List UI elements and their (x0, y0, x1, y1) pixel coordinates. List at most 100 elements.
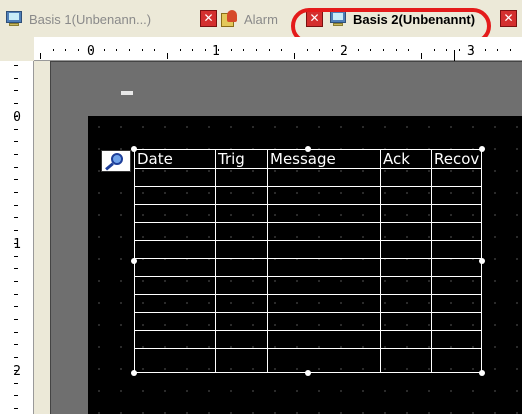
ruler-v-label-0: 0 (13, 110, 21, 125)
ruler-tick (14, 217, 18, 219)
ruler-tick (459, 49, 461, 51)
ruler-tick (179, 49, 181, 51)
table-column-divider (431, 150, 432, 372)
ruler-tick (192, 49, 194, 51)
tab-basis-1[interactable]: Basis 1(Unbenann...) (6, 6, 151, 32)
table-column-divider (267, 150, 268, 372)
table-column-divider (380, 150, 381, 372)
ruler-tick (14, 280, 18, 282)
selection-handle-bottom-right[interactable] (479, 370, 485, 376)
table-row-divider (135, 204, 481, 205)
table-row-divider (135, 240, 481, 241)
ruler-tick (497, 49, 499, 51)
ruler-tick (14, 90, 18, 92)
tab-alarm-label: Alarm (244, 11, 278, 27)
ruler-tick (14, 255, 18, 257)
ruler-tick (141, 49, 143, 51)
close-tab-basis-2-button[interactable]: ✕ (500, 10, 517, 27)
ruler-tick (14, 357, 18, 359)
selection-handle-left[interactable] (131, 258, 137, 264)
ruler-tick (217, 49, 219, 51)
frame-indicator (121, 91, 133, 95)
ruler-tick (230, 49, 232, 51)
ruler-tick (421, 53, 422, 59)
ruler-v-label-2: 2 (13, 364, 21, 379)
ruler-tick (471, 49, 473, 51)
ruler-h-label-1: 1 (212, 44, 220, 59)
ruler-tick (40, 53, 41, 59)
ruler-tick (167, 53, 168, 59)
column-header-trig: Trig (218, 150, 245, 168)
ruler-tick (14, 77, 18, 79)
ruler-tick (14, 319, 18, 320)
monitor-icon (6, 11, 24, 27)
table-row-divider (135, 186, 481, 187)
ruler-tick (116, 49, 118, 51)
horizontal-ruler: 0 1 2 3 (34, 37, 522, 61)
ruler-h-label-2: 2 (340, 44, 348, 59)
selection-handle-top[interactable] (305, 146, 311, 152)
tab-alarm[interactable]: Alarm (221, 6, 278, 32)
selection-handle-bottom[interactable] (305, 370, 311, 376)
selection-handle-top-left[interactable] (131, 146, 137, 152)
ruler-tick (14, 344, 18, 346)
column-header-recov: Recov (434, 150, 480, 168)
ruler-tick (14, 407, 18, 409)
ruler-tick (14, 103, 18, 105)
ruler-h-label-0: 0 (87, 44, 95, 59)
selection-handle-bottom-left[interactable] (131, 370, 137, 376)
ruler-tick (14, 242, 18, 244)
ruler-tick (319, 49, 321, 51)
ruler-tick (306, 49, 308, 51)
ruler-tick (14, 230, 18, 232)
selection-handle-right[interactable] (479, 258, 485, 264)
column-header-date: Date (137, 150, 173, 168)
ruler-tick (78, 49, 80, 51)
tab-basis-1-label: Basis 1(Unbenann...) (29, 11, 152, 27)
close-tab-basis-1-button[interactable]: ✕ (200, 10, 217, 27)
ruler-tick (65, 49, 67, 51)
column-header-ack: Ack (383, 150, 410, 168)
ruler-tick (484, 49, 486, 51)
ruler-tick (14, 268, 18, 270)
ruler-tick (14, 204, 18, 206)
table-row-divider (135, 168, 481, 169)
ruler-tick (154, 49, 156, 51)
ruler-tick (14, 115, 18, 117)
ruler-tick (14, 293, 18, 295)
ruler-tick (128, 49, 130, 51)
table-row-divider (135, 276, 481, 277)
ruler-tick (52, 49, 54, 51)
ruler-tick (357, 49, 359, 51)
ruler-tick (205, 49, 207, 51)
table-row-divider (135, 348, 481, 349)
ruler-tick (14, 141, 18, 143)
table-row-divider (135, 222, 481, 223)
ruler-tick (14, 192, 18, 193)
ruler-tick (14, 395, 18, 397)
ruler-tick (103, 49, 105, 51)
ruler-tick (14, 128, 18, 130)
ruler-tick (14, 65, 18, 66)
magnifier-icon[interactable] (101, 150, 131, 172)
ruler-tick (14, 179, 18, 181)
alarm-history-table[interactable]: Date Trig Message Ack Recov (134, 149, 482, 373)
ruler-tick (14, 382, 18, 384)
ruler-h-label-3: 3 (467, 44, 475, 59)
table-row-divider (135, 330, 481, 331)
ruler-tick (281, 49, 283, 51)
ruler-tick (294, 53, 295, 59)
ruler-tick (255, 49, 257, 51)
ruler-tick (90, 49, 92, 51)
ruler-tick (395, 49, 397, 51)
ruler-tick (433, 49, 435, 51)
selection-handle-top-right[interactable] (479, 146, 485, 152)
ruler-tick (344, 49, 346, 51)
table-row-divider (135, 312, 481, 313)
alarm-icon (221, 10, 241, 28)
table-column-divider (215, 150, 216, 372)
ruler-v-label-1: 1 (13, 237, 21, 252)
ruler-tick (268, 49, 270, 51)
ruler-tick (14, 369, 18, 371)
ruler-tick (14, 166, 18, 168)
